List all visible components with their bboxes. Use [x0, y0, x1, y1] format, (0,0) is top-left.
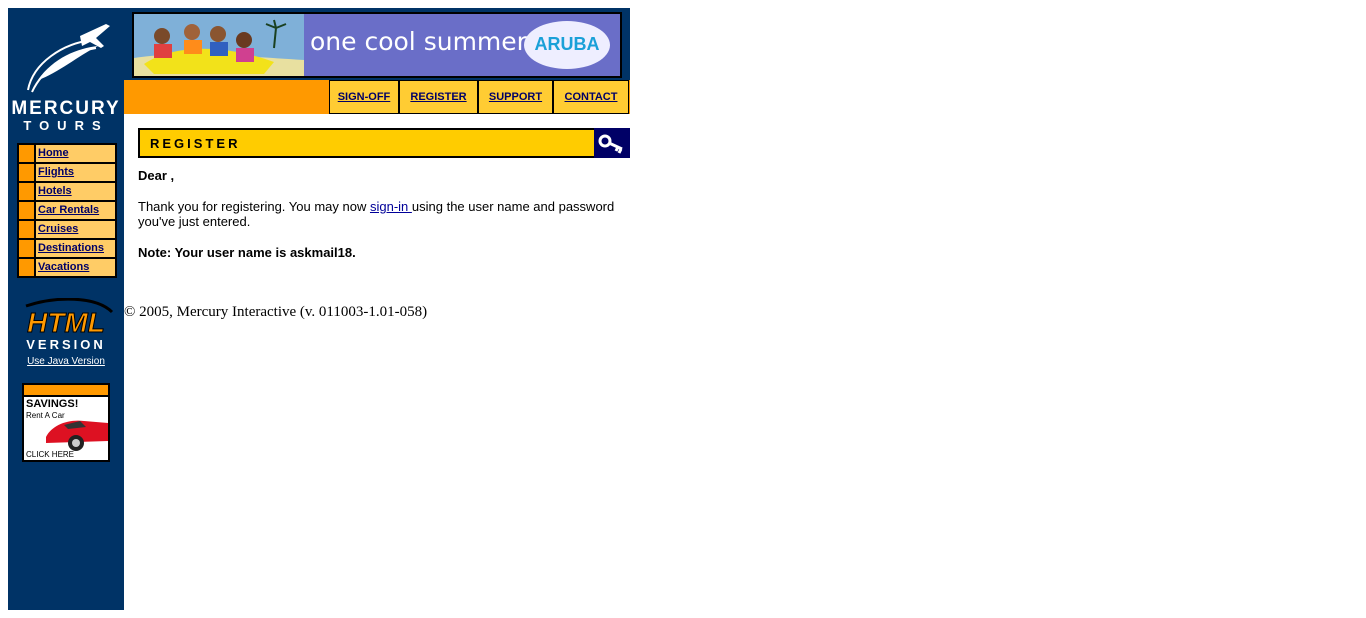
html-version-badge: HTML VERSION [16, 297, 116, 352]
sidebar-item-vacations: Vacations [19, 259, 115, 276]
signoff-link[interactable]: SIGN-OFF [338, 91, 391, 103]
ad-cta: CLICK HERE [26, 450, 75, 459]
register-header: REGISTER [138, 128, 598, 158]
plane-logo-icon [27, 24, 110, 93]
sidebar-item-car-rentals: Car Rentals [19, 202, 115, 219]
support-link[interactable]: SUPPORT [489, 91, 542, 103]
ad-top-bar [24, 385, 108, 395]
sidebar-item-home: Home [19, 145, 115, 162]
sidebar-link-vacations[interactable]: Vacations [38, 261, 89, 273]
brand-subname: TOURS [23, 118, 109, 133]
username-note: Note: Your user name is askmail18. [138, 245, 356, 260]
sign-in-link[interactable]: sign-in [370, 199, 412, 214]
register-link[interactable]: REGISTER [410, 91, 466, 103]
brand-name: MERCURY [11, 98, 121, 119]
sidebar-link-flights[interactable]: Flights [38, 166, 74, 178]
key-icon [598, 134, 623, 154]
mercury-tours-logo[interactable]: MERCURY TOURS [8, 18, 124, 133]
sidebar-item-destinations: Destinations [19, 240, 115, 257]
key-box [594, 128, 630, 158]
thank-you-message: Thank you for registering. You may now s… [138, 199, 630, 229]
top-nav-register: REGISTER [399, 80, 478, 114]
banner-tagline: one cool summer [310, 27, 527, 56]
thanks-before-text: Thank you for registering. You may now [138, 199, 370, 214]
html-version-graphic: HTML VERSION [25, 297, 114, 352]
html-version-line1: HTML [27, 307, 105, 338]
rent-a-car-ad[interactable]: SAVINGS! Rent A Car CLICK HERE [22, 383, 110, 462]
sidebar-item-hotels: Hotels [19, 183, 115, 200]
sidebar-link-hotels[interactable]: Hotels [38, 185, 72, 197]
sidebar-link-car-rentals[interactable]: Car Rentals [38, 204, 99, 216]
sidebar-link-cruises[interactable]: Cruises [38, 223, 78, 235]
top-nav-support: SUPPORT [478, 80, 553, 114]
top-nav-signoff: SIGN-OFF [329, 80, 399, 114]
html-version-line2: VERSION [26, 337, 106, 352]
use-java-version-link[interactable]: Use Java Version [27, 356, 105, 367]
top-nav: SIGN-OFF REGISTER SUPPORT CONTACT [329, 80, 629, 114]
copyright-footer: © 2005, Mercury Interactive (v. 011003-1… [124, 304, 428, 320]
java-version: Use Java Version [8, 356, 124, 367]
sidebar: MERCURY TOURS Home Flights Hotels Car Re… [8, 8, 124, 610]
sidebar-item-flights: Flights [19, 164, 115, 181]
top-nav-contact: CONTACT [553, 80, 629, 114]
contact-link[interactable]: CONTACT [565, 91, 618, 103]
sidebar-link-destinations[interactable]: Destinations [38, 242, 104, 254]
ad-body: SAVINGS! Rent A Car CLICK HERE [24, 397, 108, 460]
register-confirmation: Dear , Thank you for registering. You ma… [138, 168, 630, 260]
sidebar-link-home[interactable]: Home [38, 147, 69, 159]
sidebar-nav: Home Flights Hotels Car Rentals Cruises … [17, 143, 117, 278]
beach-photo [134, 14, 304, 76]
aruba-logo: ARUBA [534, 34, 600, 54]
greeting: Dear , [138, 168, 175, 183]
aruba-banner[interactable]: one cool summer ARUBA [132, 12, 622, 78]
page-title: REGISTER [150, 136, 241, 151]
sidebar-item-cruises: Cruises [19, 221, 115, 238]
